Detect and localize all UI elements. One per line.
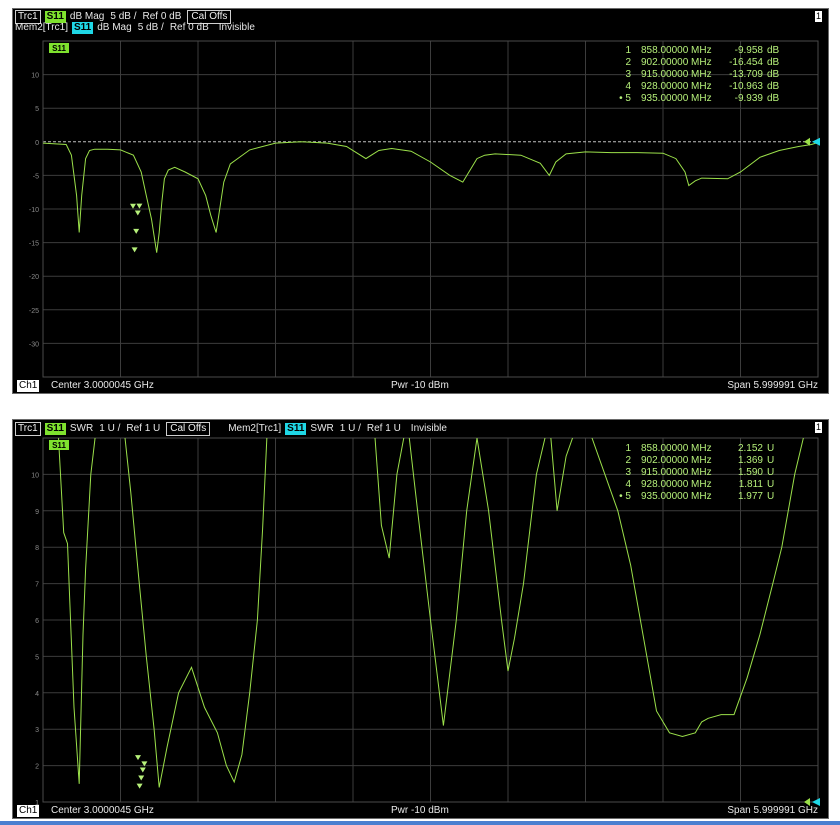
y-tick-label: 5 — [35, 654, 39, 661]
y-tick-label: 3 — [35, 727, 39, 734]
marker-value: 1.977 — [737, 491, 763, 502]
y-tick-label: 4 — [35, 691, 39, 698]
marker-id: 1 — [625, 443, 631, 454]
marker-id: • 5 — [619, 491, 631, 502]
marker-row[interactable]: 1 858.00000 MHz 2.152 U — [609, 443, 783, 455]
marker-row[interactable]: • 5 935.00000 MHz 1.977 U — [609, 491, 783, 503]
y-tick-label: 7 — [35, 582, 39, 589]
trace-end-arrow — [804, 137, 810, 146]
y-tick-label: 10 — [31, 73, 39, 80]
y-tick-label: -10 — [29, 207, 39, 214]
marker-unit: dB — [767, 69, 780, 80]
marker-row[interactable]: 3 915.00000 MHz 1.590 U — [609, 467, 783, 479]
marker-unit: dB — [767, 57, 780, 68]
marker-unit: dB — [767, 93, 780, 104]
marker-value: -16.454 — [729, 57, 763, 68]
marker-value: 1.590 — [737, 467, 763, 478]
marker-id: 2 — [625, 57, 631, 68]
marker-row[interactable]: 2 902.00000 MHz 1.369 U — [609, 455, 783, 467]
marker-triangle — [133, 228, 140, 234]
marker-unit: U — [767, 479, 775, 490]
marker-id: 1 — [625, 45, 631, 56]
marker-id: • 5 — [619, 93, 631, 104]
marker-triangle — [138, 775, 145, 781]
y-tick-label: 10 — [31, 472, 39, 479]
marker-unit: U — [767, 443, 775, 454]
marker-triangle — [131, 247, 138, 253]
center-frequency-label[interactable]: Center 3.0000045 GHz — [51, 379, 154, 393]
trace-badge-label: S11 — [52, 44, 66, 53]
marker-frequency: 915.00000 MHz — [641, 69, 712, 80]
power-label[interactable]: Pwr -10 dBm — [391, 804, 449, 818]
marker-unit: U — [767, 491, 775, 502]
y-tick-label: 8 — [35, 545, 39, 552]
channel-badge[interactable]: Ch1 — [17, 380, 40, 392]
marker-id: 4 — [625, 81, 631, 92]
marker-frequency: 858.00000 MHz — [641, 443, 712, 454]
marker-frequency: 902.00000 MHz — [641, 57, 712, 68]
trace-badge-label: S11 — [52, 441, 66, 450]
span-label[interactable]: Span 5.999991 GHz — [727, 379, 818, 393]
y-tick-label: 5 — [35, 106, 39, 113]
marker-triangle — [130, 203, 136, 209]
y-tick-label: -5 — [33, 173, 39, 180]
marker-frequency: 935.00000 MHz — [641, 491, 712, 502]
marker-value: 2.152 — [737, 443, 763, 454]
taskbar-strip — [0, 821, 840, 825]
center-frequency-label[interactable]: Center 3.0000045 GHz — [51, 804, 154, 818]
marker-frequency: 928.00000 MHz — [641, 479, 712, 490]
marker-row[interactable]: 4 928.00000 MHz 1.811 U — [609, 479, 783, 491]
marker-row[interactable]: 3 915.00000 MHz -13.709 dB — [609, 69, 783, 81]
marker-frequency: 935.00000 MHz — [641, 93, 712, 104]
y-tick-label: -30 — [29, 341, 39, 348]
top-footer: Ch1 Center 3.0000045 GHz Pwr -10 dBm Spa… — [13, 379, 828, 393]
marker-id: 2 — [625, 455, 631, 466]
marker-frequency: 915.00000 MHz — [641, 467, 712, 478]
marker-id: 3 — [625, 467, 631, 478]
marker-id: 3 — [625, 69, 631, 80]
span-label[interactable]: Span 5.999991 GHz — [727, 804, 818, 818]
y-tick-label: 2 — [35, 764, 39, 771]
marker-value: -9.939 — [734, 93, 763, 104]
marker-frequency: 858.00000 MHz — [641, 45, 712, 56]
marker-id: 4 — [625, 479, 631, 490]
marker-frequency: 928.00000 MHz — [641, 81, 712, 92]
marker-unit: dB — [767, 45, 780, 56]
reference-arrow — [812, 137, 820, 146]
marker-triangle — [136, 203, 143, 209]
bottom-chart-panel: Trc1 S11 SWR 1 U / Ref 1 U Cal Offs Mem2[Trc1]… — [12, 419, 829, 819]
marker-unit: U — [767, 467, 775, 478]
y-tick-label: -25 — [29, 308, 39, 315]
marker-row[interactable]: 2 902.00000 MHz -16.454 dB — [609, 57, 783, 69]
y-tick-label: 6 — [35, 618, 39, 625]
top-chart-panel: Trc1 S11 dB Mag 5 dB / Ref 0 dB Cal Offs Mem2… — [12, 8, 829, 394]
marker-value: -9.958 — [734, 45, 763, 56]
channel-badge[interactable]: Ch1 — [17, 805, 40, 817]
y-tick-label: -20 — [29, 274, 39, 281]
marker-frequency: 902.00000 MHz — [641, 455, 712, 466]
y-tick-label: 0 — [35, 140, 39, 147]
marker-triangle — [139, 767, 146, 773]
marker-triangle — [134, 210, 141, 216]
marker-table-top: 1 858.00000 MHz -9.958 dB 2 902.00000 MHz -16.… — [609, 45, 783, 105]
marker-value: -13.709 — [729, 69, 763, 80]
marker-value: -10.963 — [729, 81, 763, 92]
y-tick-label: -15 — [29, 241, 39, 248]
bottom-footer: Ch1 Center 3.0000045 GHz Pwr -10 dBm Spa… — [13, 804, 828, 818]
marker-row[interactable]: 1 858.00000 MHz -9.958 dB — [609, 45, 783, 57]
marker-value: 1.811 — [738, 479, 763, 490]
marker-row[interactable]: 4 928.00000 MHz -10.963 dB — [609, 81, 783, 93]
marker-value: 1.369 — [737, 455, 763, 466]
marker-unit: dB — [767, 81, 780, 92]
marker-triangle — [135, 755, 141, 761]
marker-triangle — [136, 783, 143, 789]
marker-table-bottom: 1 858.00000 MHz 2.152 U 2 902.00000 MHz 1.369 U… — [609, 443, 783, 503]
power-label[interactable]: Pwr -10 dBm — [391, 379, 449, 393]
marker-row[interactable]: • 5 935.00000 MHz -9.939 dB — [609, 93, 783, 105]
marker-unit: U — [767, 455, 775, 466]
y-tick-label: 9 — [35, 509, 39, 516]
